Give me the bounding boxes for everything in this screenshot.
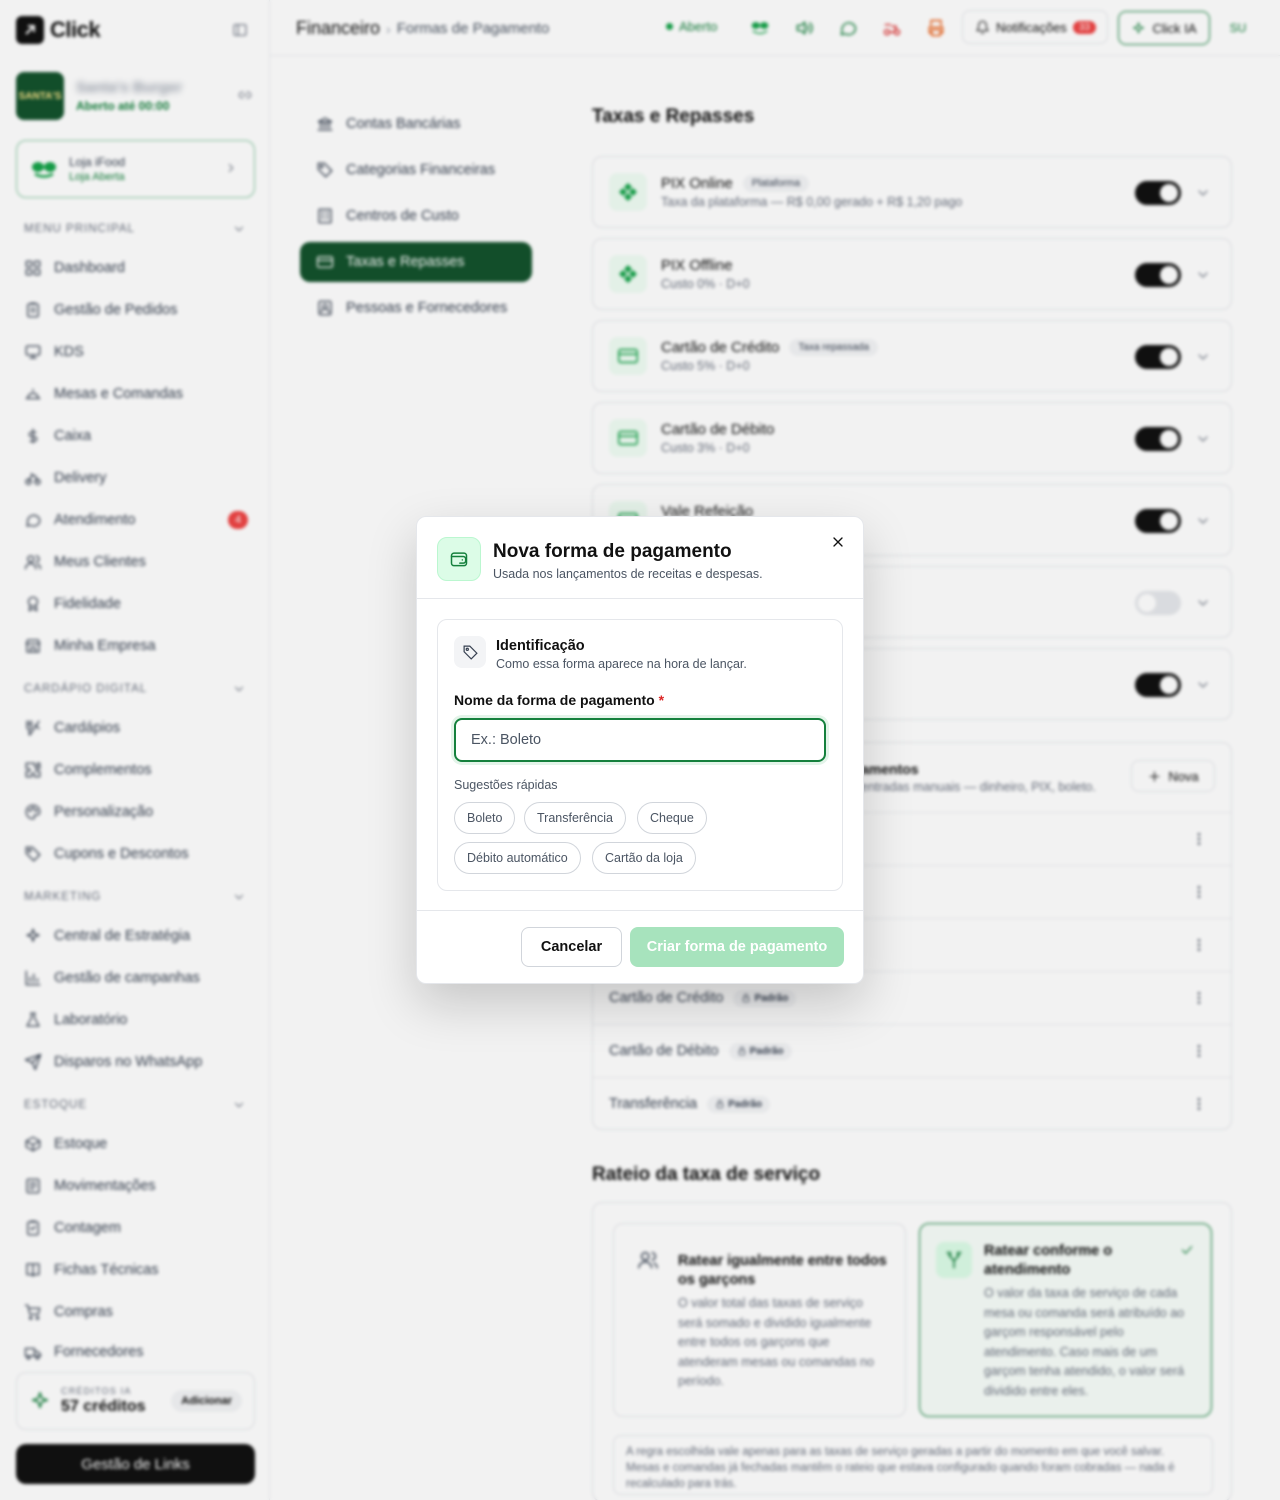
close-icon[interactable] — [830, 534, 846, 550]
cancel-button[interactable]: Cancelar — [521, 927, 622, 967]
payment-name-input[interactable] — [454, 718, 826, 762]
create-payment-method-button[interactable]: Criar forma de pagamento — [630, 927, 844, 967]
section-subtitle: Como essa forma aparece na hora de lança… — [496, 657, 747, 671]
identification-section: Identificação Como essa forma aparece na… — [437, 619, 843, 891]
suggestion-chip-cartao-loja[interactable]: Cartão da loja — [592, 842, 696, 874]
dialog-title: Nova forma de pagamento — [493, 541, 732, 562]
suggestions-label: Sugestões rápidas — [454, 778, 558, 792]
tag-icon — [454, 636, 486, 668]
suggestion-chip-boleto[interactable]: Boleto — [454, 802, 516, 834]
field-label-text: Nome da forma de pagamento — [454, 692, 655, 708]
suggestion-chip-transferencia[interactable]: Transferência — [524, 802, 626, 834]
suggestion-chip-debito-automatico[interactable]: Débito automático — [454, 842, 581, 874]
required-mark: * — [658, 692, 665, 708]
wallet-icon — [437, 537, 481, 581]
dialog-subtitle: Usada nos lançamentos de receitas e desp… — [493, 567, 763, 581]
divider — [417, 910, 863, 911]
suggestion-chip-cheque[interactable]: Cheque — [637, 802, 707, 834]
section-title: Identificação — [496, 638, 585, 654]
payment-name-label: Nome da forma de pagamento * — [454, 692, 664, 708]
new-payment-method-dialog: Nova forma de pagamento Usada nos lançam… — [416, 516, 864, 984]
divider — [417, 598, 863, 599]
